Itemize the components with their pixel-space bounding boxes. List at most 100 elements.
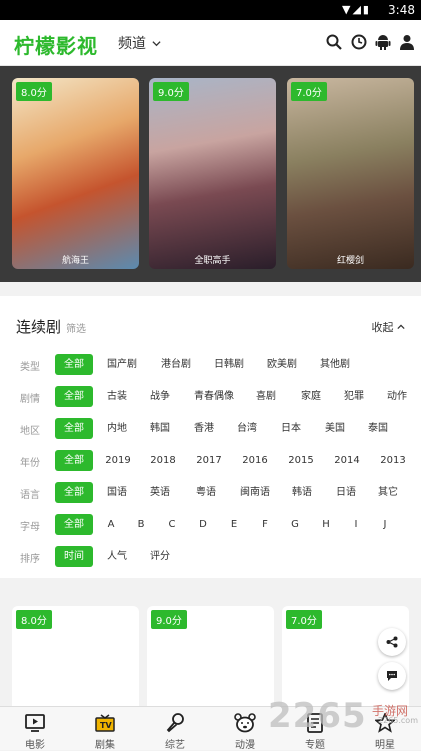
filter-option[interactable]: 其他剧 (315, 354, 355, 375)
movie-icon (23, 712, 47, 734)
channel-label: 频道 (118, 36, 146, 52)
tab-label: 电影 (25, 740, 45, 751)
bear-icon (233, 712, 257, 734)
filter-option[interactable]: 全部 (55, 354, 93, 375)
status-icons: ▼◢▮ (342, 3, 371, 16)
filter-option[interactable]: 欧美剧 (262, 354, 302, 375)
banner-poster[interactable]: 9.0分 全职高手 (149, 78, 276, 269)
filter-row: 字母 全部 A B C D E F G H I J (0, 514, 421, 536)
filter-option[interactable]: 粤语 (186, 482, 226, 503)
filter-option[interactable]: 国产剧 (102, 354, 142, 375)
filter-option[interactable]: 时间 (55, 546, 93, 567)
filter-panel: 连续剧 筛选 收起 类型 全部 国产剧 港台剧 日韩剧 欧美剧 其他剧 剧情 全部 古装 战争 青春偶… (0, 296, 421, 578)
tab-label: 专题 (305, 740, 325, 751)
filter-label: 地区 (20, 426, 40, 437)
filter-row: 剧情 全部 古装 战争 青春偶像 喜剧 家庭 犯罪 动作 (0, 386, 421, 408)
video-card[interactable]: 9.0分 (147, 606, 274, 706)
user-button[interactable] (397, 32, 417, 52)
chat-icon (387, 671, 397, 681)
watermark-url: 2265.com (378, 716, 418, 725)
comment-button[interactable] (378, 662, 406, 690)
filter-option[interactable]: 韩语 (282, 482, 322, 503)
filter-option[interactable]: 动作 (377, 386, 417, 407)
banner-poster[interactable]: 8.0分 航海王 (12, 78, 139, 269)
filter-option[interactable]: 闽南语 (235, 482, 275, 503)
filter-option[interactable]: 泰国 (358, 418, 398, 439)
filter-label: 年份 (20, 458, 40, 469)
filter-option[interactable]: 全部 (55, 450, 93, 471)
android-button[interactable] (373, 32, 393, 52)
watermark-logo: 2265 (268, 696, 367, 736)
filter-option[interactable]: 喜剧 (246, 386, 286, 407)
android-icon (375, 35, 391, 50)
filter-label: 排序 (20, 554, 40, 565)
filter-option[interactable]: 全部 (55, 418, 93, 439)
filter-option[interactable]: 港台剧 (156, 354, 196, 375)
filter-option[interactable]: 人气 (97, 546, 137, 567)
app-logo: 柠檬影视 (14, 34, 98, 58)
filter-option[interactable]: 战争 (140, 386, 180, 407)
filter-label: 语言 (20, 490, 40, 501)
filter-option[interactable]: 青春偶像 (194, 386, 234, 407)
filter-option[interactable]: 国语 (97, 482, 137, 503)
filter-option[interactable]: 2018 (143, 450, 183, 471)
filter-option[interactable]: J (365, 514, 405, 535)
filter-option[interactable]: 日语 (326, 482, 366, 503)
tab-movie[interactable]: 电影 (0, 707, 70, 751)
history-button[interactable] (349, 32, 369, 52)
filter-option[interactable]: 2016 (235, 450, 275, 471)
status-bar: ▼◢▮ 3:48 (0, 0, 421, 20)
filter-option[interactable]: 犯罪 (334, 386, 374, 407)
filter-option[interactable]: 香港 (184, 418, 224, 439)
tab-label: 动漫 (235, 740, 255, 751)
filter-option[interactable]: 家庭 (291, 386, 331, 407)
channel-dropdown[interactable]: 频道 (118, 33, 162, 53)
tab-label: 明星 (375, 740, 395, 751)
tab-series[interactable]: TV 剧集 (70, 707, 140, 751)
search-button[interactable] (324, 32, 344, 52)
video-card[interactable]: 7.0分 (282, 606, 409, 706)
filter-row: 排序 时间 人气 评分 (0, 546, 421, 568)
filter-option[interactable]: 2015 (281, 450, 321, 471)
app-bar: 柠檬影视 频道 (0, 20, 421, 66)
filter-label: 字母 (20, 522, 40, 533)
filter-label: 类型 (20, 362, 40, 373)
rating-badge: 7.0分 (291, 82, 327, 101)
video-card[interactable]: 8.0分 (12, 606, 139, 706)
filter-option[interactable]: 古装 (97, 386, 137, 407)
filter-option[interactable]: 2014 (327, 450, 367, 471)
filter-option[interactable]: 2013 (373, 450, 413, 471)
filter-option[interactable]: 评分 (140, 546, 180, 567)
tab-label: 综艺 (165, 740, 185, 751)
tab-label: 剧集 (95, 740, 115, 751)
microphone-icon (163, 712, 187, 734)
rating-badge: 9.0分 (151, 610, 187, 629)
search-icon (326, 34, 342, 50)
chevron-up-icon (397, 324, 405, 330)
filter-option[interactable]: 2017 (189, 450, 229, 471)
filter-option[interactable]: 全部 (55, 514, 93, 535)
collapse-button[interactable]: 收起 (372, 319, 406, 335)
poster-title: 红樱剑 (336, 256, 364, 266)
filter-option[interactable]: 英语 (140, 482, 180, 503)
tab-variety[interactable]: 综艺 (140, 707, 210, 751)
filter-option[interactable]: 2019 (98, 450, 138, 471)
rating-badge: 8.0分 (16, 82, 52, 101)
filter-option[interactable]: 美国 (315, 418, 355, 439)
filter-option[interactable]: 全部 (55, 482, 93, 503)
filter-option[interactable]: 全部 (55, 386, 93, 407)
filter-option[interactable]: 其它 (368, 482, 408, 503)
filter-option[interactable]: 台湾 (227, 418, 267, 439)
clock-icon (351, 34, 367, 50)
filter-option[interactable]: 日本 (271, 418, 311, 439)
filter-option[interactable]: 韩国 (140, 418, 180, 439)
user-icon (400, 35, 414, 50)
filter-row: 年份 全部 2019 2018 2017 2016 2015 2014 2013 (0, 450, 421, 472)
filter-option[interactable]: 内地 (97, 418, 137, 439)
share-button[interactable] (378, 628, 406, 656)
filter-option[interactable]: 日韩剧 (209, 354, 249, 375)
share-icon (386, 636, 398, 648)
filter-label: 剧情 (20, 394, 40, 405)
banner-poster[interactable]: 7.0分 红樱剑 (287, 78, 414, 269)
status-time: 3:48 (388, 3, 415, 17)
